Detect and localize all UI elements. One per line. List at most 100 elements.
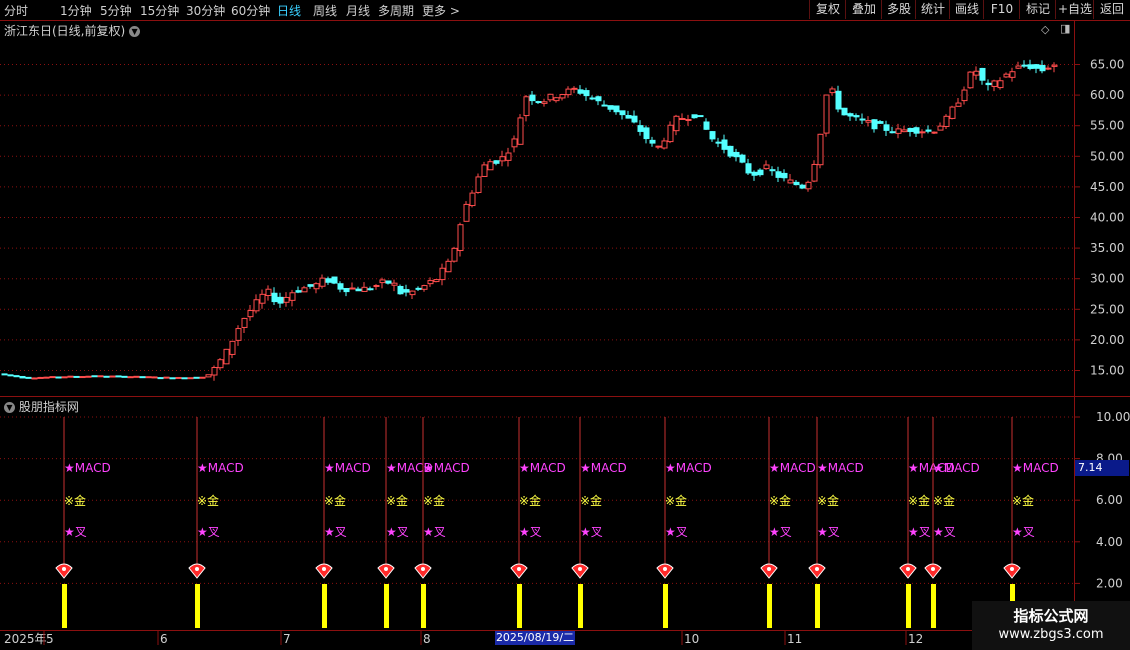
candle-body	[277, 296, 284, 304]
sub-y-tick-label: 6.00	[1096, 493, 1123, 507]
candle-body	[523, 96, 530, 117]
candle-body	[835, 90, 842, 110]
candle-body	[763, 164, 770, 170]
candle-body	[97, 375, 104, 378]
signal-gold-label: ※金	[1012, 493, 1034, 508]
main-chart-title-text: 浙江东日(日线,前复权)	[4, 24, 126, 38]
signal-fan-dot	[815, 567, 819, 571]
signal-cross-label: ★叉	[423, 525, 446, 539]
x-tick-label: 6	[160, 632, 168, 646]
candle-body	[1009, 71, 1016, 78]
candle-body	[373, 284, 380, 287]
candle-body	[379, 279, 386, 284]
candle-body	[895, 128, 902, 134]
signal-gold-label: ※金	[519, 493, 541, 508]
signal-fan-dot	[578, 567, 582, 571]
candle-body	[463, 203, 470, 222]
candle-body	[787, 179, 794, 184]
candle-body	[643, 127, 650, 140]
signal-fan-dot	[931, 567, 935, 571]
main-y-axis: 65.00 60.00 55.00 50.00 45.00 40.00 35.00 30.00…	[1074, 58, 1124, 378]
y-tick-label: 20.00	[1090, 333, 1124, 347]
candle-body	[499, 156, 506, 162]
candle-body	[433, 279, 440, 283]
signal-cross-label: ★叉	[1012, 525, 1035, 539]
candle-body	[817, 133, 824, 166]
window-toggle-icon[interactable]: ◨	[1060, 22, 1070, 35]
signal-cross-label: ★叉	[324, 525, 347, 539]
signal-gold-label: ※金	[423, 493, 445, 508]
diamond-icon[interactable]: ◇	[1041, 23, 1049, 36]
signal-macd-label: ★MACD	[1012, 461, 1059, 475]
candlesticks	[1, 59, 1058, 381]
signal-markers: ★MACD ※金 ★叉 ★MACD ※金 ★叉 ★MACD ※金 ★叉 ★MACD ※金 ★叉 ★MAC…	[55, 417, 1059, 628]
signal-gold-label: ※金	[386, 493, 408, 508]
candle-body	[61, 376, 68, 379]
candle-body	[157, 377, 164, 380]
candle-body	[535, 101, 542, 104]
signal-macd-label: ★MACD	[817, 461, 864, 475]
candle-body	[241, 317, 248, 328]
candle-body	[973, 70, 980, 76]
candle-body	[697, 115, 704, 118]
candle-body	[601, 104, 608, 107]
candle-body	[727, 145, 734, 157]
candle-body	[1033, 64, 1040, 69]
chevron-down-icon[interactable]: ▼	[129, 26, 141, 37]
candle-body	[49, 376, 56, 379]
signal-macd-label: ★MACD	[519, 461, 566, 475]
candle-body	[619, 110, 626, 116]
candle-body	[133, 375, 140, 378]
candle-body	[1045, 67, 1052, 70]
signal-bar	[517, 584, 522, 628]
candle-body	[793, 181, 800, 186]
candle-body	[229, 340, 236, 355]
signal-fan-dot	[663, 567, 667, 571]
candle-body	[823, 94, 830, 134]
candle-body	[757, 169, 764, 176]
signal-column: ★MACD ※金 ★叉	[315, 417, 371, 628]
candle-body	[949, 106, 956, 119]
candle-body	[391, 282, 398, 286]
candle-body	[901, 129, 908, 133]
candle-body	[679, 118, 686, 121]
candle-body	[457, 224, 464, 252]
candle-body	[475, 176, 482, 193]
signal-bar	[906, 584, 911, 628]
y-tick-label: 30.00	[1090, 272, 1124, 286]
signal-column: ★MACD ※金 ★叉	[414, 417, 470, 628]
candle-body	[703, 121, 710, 130]
candle-body	[739, 154, 746, 163]
signal-column: ★MACD ※金 ★叉	[1003, 417, 1059, 628]
candle-body	[967, 71, 974, 89]
candle-body	[181, 377, 188, 380]
candle-body	[217, 359, 224, 369]
candle-body	[931, 131, 938, 134]
candle-body	[145, 376, 152, 379]
signal-cross-label: ★叉	[817, 525, 840, 539]
signal-column: ★MACD ※金 ★叉	[760, 417, 816, 628]
watermark-title: 指标公式网	[1013, 607, 1089, 625]
candle-body	[691, 114, 698, 119]
signal-macd-label: ★MACD	[580, 461, 627, 475]
candle-body	[877, 121, 884, 124]
signal-fan-dot	[322, 567, 326, 571]
signal-gold-label: ※金	[197, 493, 219, 508]
signal-macd-label: ★MACD	[324, 461, 371, 475]
candle-body	[67, 375, 74, 378]
signal-cross-label: ★叉	[665, 525, 688, 539]
main-chart-title[interactable]: 浙江东日(日线,前复权) ▼	[4, 22, 141, 39]
candle-body	[925, 129, 932, 132]
y-tick-label: 65.00	[1090, 58, 1124, 72]
candle-body	[7, 374, 14, 377]
candle-body	[451, 247, 458, 262]
candle-body	[637, 125, 644, 132]
y-tick-label: 45.00	[1090, 180, 1124, 194]
chevron-down-icon[interactable]: ▼	[4, 402, 15, 413]
sub-chart-title[interactable]: ▼ 股朋指标网	[4, 398, 79, 415]
watermark-url: www.zbgs3.com	[998, 627, 1104, 642]
candle-body	[1003, 73, 1010, 78]
kline-chart-area[interactable]: 65.00 60.00 55.00 50.00 45.00 40.00 35.00 30.00…	[0, 0, 1130, 650]
candle-body	[853, 115, 860, 118]
signal-cross-label: ★叉	[933, 525, 956, 539]
